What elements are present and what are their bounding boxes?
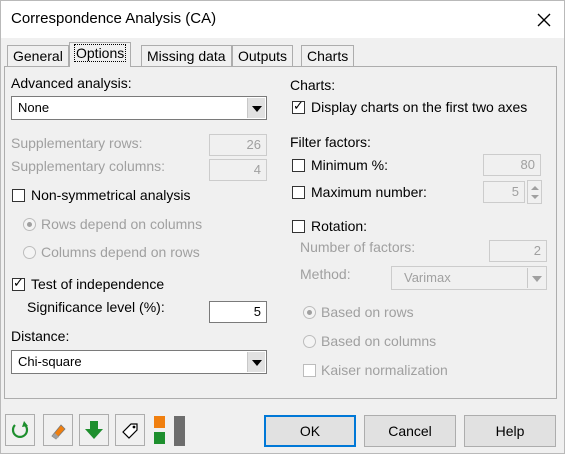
advanced-analysis-select[interactable]: None [11,96,267,120]
layout-orange-block [154,416,165,428]
kaiser-normalization-checkbox[interactable] [303,364,316,377]
cancel-button[interactable]: Cancel [364,415,456,447]
tab-outputs[interactable]: Outputs [232,45,294,67]
rows-depend-radio[interactable] [23,218,36,231]
window-title: Correspondence Analysis (CA) [11,10,217,27]
chevron-down-icon [247,98,265,118]
display-charts-label: Display charts on the first two axes [311,99,528,115]
method-value: Varimax [404,270,451,285]
reset-icon [11,421,29,438]
rotation-checkbox[interactable] [292,220,305,233]
title-bar: Correspondence Analysis (CA) [1,1,564,38]
maximum-number-label: Maximum number: [311,184,427,200]
download-icon [85,421,103,439]
columns-depend-label: Columns depend on rows [41,244,200,260]
supplementary-columns-label: Supplementary columns: [11,158,166,174]
maximum-number-spinner[interactable] [527,180,542,204]
test-independence-label: Test of independence [31,276,165,292]
test-independence-checkbox[interactable] [12,276,25,291]
spin-up-icon [531,186,539,190]
based-on-columns-radio[interactable] [303,335,316,348]
close-icon[interactable] [533,9,555,31]
significance-level-field[interactable]: 5 [209,301,267,323]
tab-options[interactable]: Options [69,42,132,67]
significance-level-label: Significance level (%): [27,299,165,315]
number-of-factors-label: Number of factors: [300,239,416,255]
tag-icon [122,423,138,439]
rotation-label: Rotation: [311,218,368,234]
tab-missing-data-label: Missing data [147,48,226,64]
minimum-percent-label: Minimum %: [311,157,389,173]
advanced-analysis-label: Advanced analysis: [11,75,132,91]
download-button[interactable] [79,414,109,446]
based-on-columns-label: Based on columns [321,333,437,349]
maximum-number-field[interactable]: 5 [483,181,525,203]
spin-down-icon [531,195,539,199]
filter-factors-label: Filter factors: [290,134,371,150]
kaiser-normalization-label: Kaiser normalization [321,362,448,378]
help-button[interactable]: Help [464,415,556,447]
number-of-factors-field[interactable]: 2 [489,240,547,262]
ok-button[interactable]: OK [264,415,356,447]
supplementary-rows-field[interactable]: 26 [209,134,267,156]
columns-depend-radio[interactable] [23,246,36,259]
layout-grey-block [174,416,185,446]
rows-depend-label: Rows depend on columns [41,216,203,232]
non-symmetrical-label: Non-symmetrical analysis [31,187,191,203]
method-select[interactable]: Varimax [391,266,547,290]
based-on-rows-label: Based on rows [321,304,414,320]
chevron-down-icon [527,268,545,288]
clear-button[interactable] [43,414,73,446]
display-charts-checkbox[interactable] [292,99,305,114]
based-on-rows-radio[interactable] [303,306,316,319]
non-symmetrical-checkbox[interactable] [12,189,25,202]
method-label: Method: [300,266,351,282]
distance-value: Chi-square [18,354,82,369]
minimum-percent-field[interactable]: 80 [483,154,541,176]
eraser-icon [51,424,66,440]
tab-outputs-label: Outputs [238,48,288,64]
tab-charts[interactable]: Charts [301,45,355,67]
tag-button[interactable] [115,414,145,446]
supplementary-columns-field[interactable]: 4 [209,159,267,181]
minimum-percent-checkbox[interactable] [292,159,305,172]
distance-label: Distance: [11,328,70,344]
tab-general[interactable]: General [7,45,69,67]
layout-green-block [154,432,165,444]
tab-general-label: General [13,48,63,64]
distance-select[interactable]: Chi-square [11,350,267,374]
reset-button[interactable] [5,414,35,446]
dialog-window: Correspondence Analysis (CA) General Opt… [0,0,565,454]
maximum-number-checkbox[interactable] [292,186,305,199]
tab-charts-label: Charts [307,48,349,64]
tab-missing-data[interactable]: Missing data [141,45,232,67]
chevron-down-icon [247,352,265,372]
charts-label: Charts: [290,77,336,93]
advanced-analysis-value: None [18,100,50,115]
tab-options-label: Options [73,44,127,62]
supplementary-rows-label: Supplementary rows: [11,135,143,151]
layout-icon[interactable] [152,414,188,447]
